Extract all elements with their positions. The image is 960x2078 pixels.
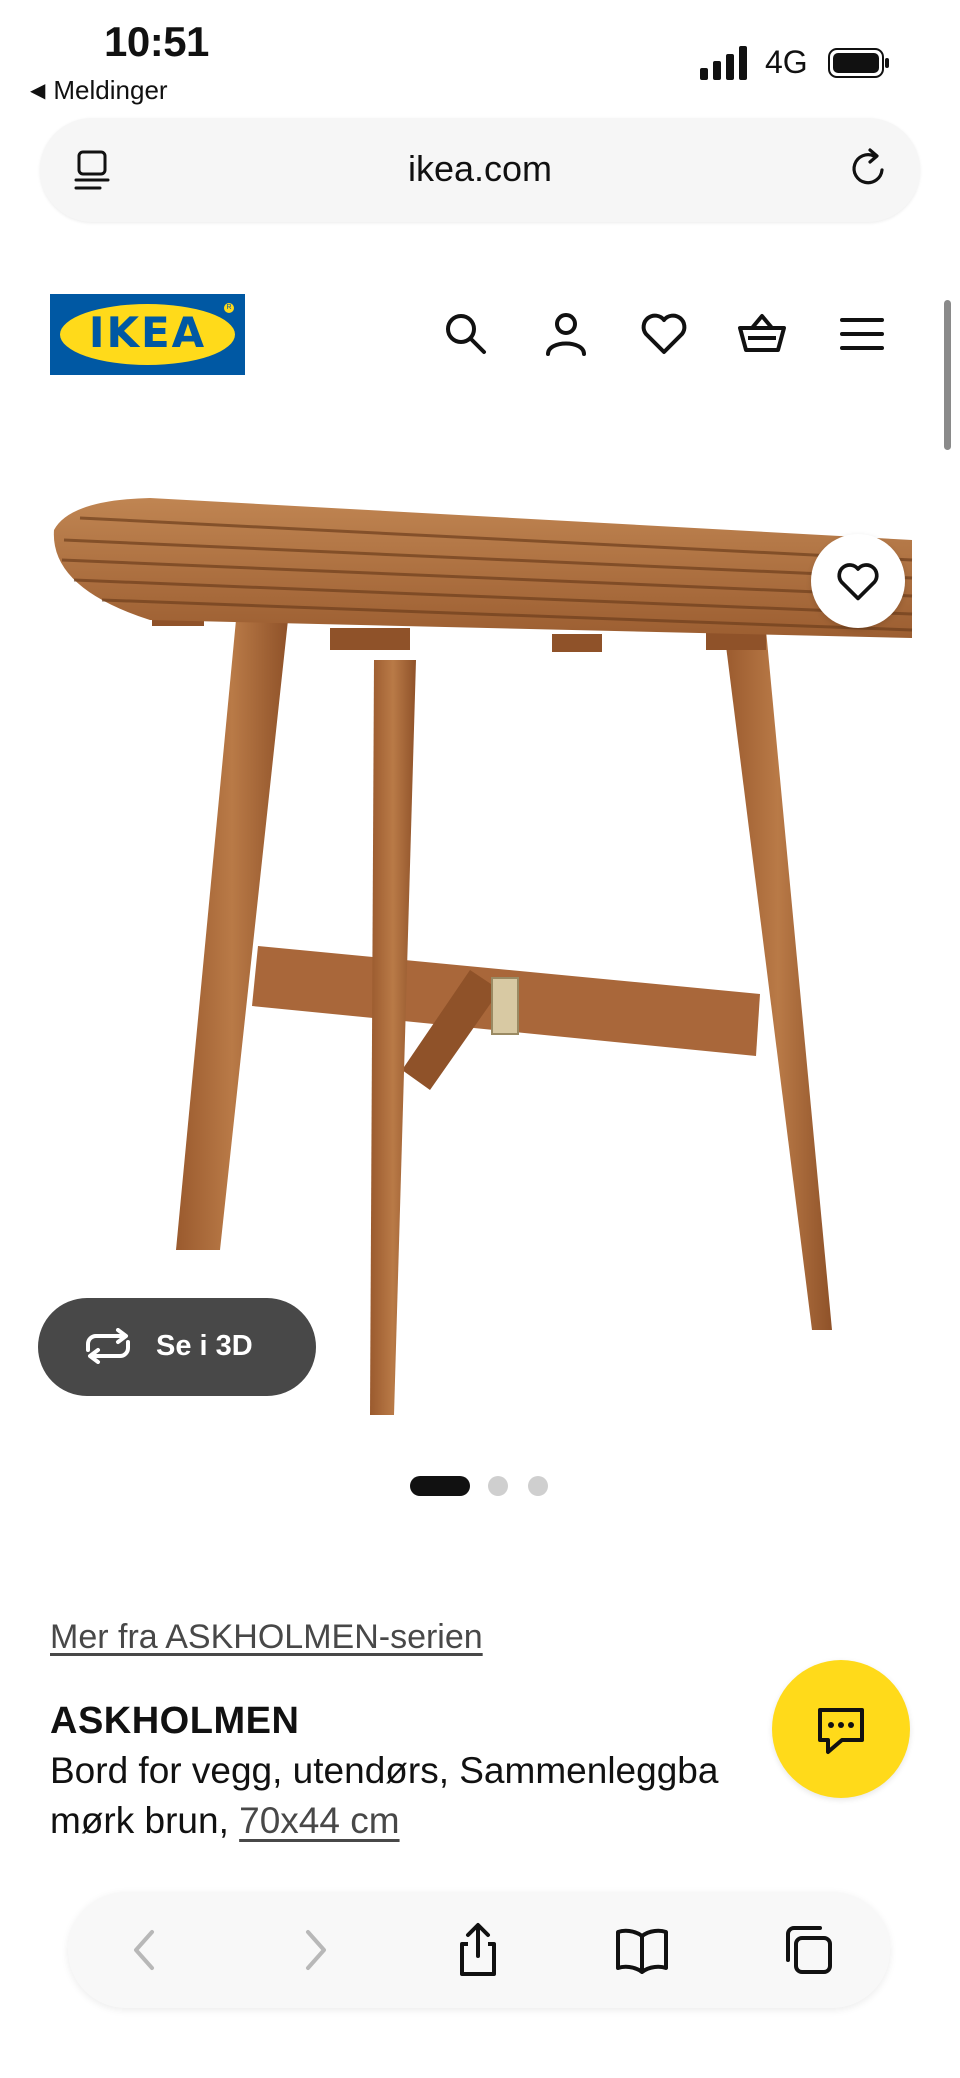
- product-description-line1: Bord for vegg, utendørs, Sammenleggba: [50, 1750, 719, 1791]
- carousel-dot[interactable]: [488, 1476, 508, 1496]
- product-color: mørk brun,: [50, 1800, 240, 1841]
- cellular-signal-icon: [700, 46, 747, 80]
- url-domain[interactable]: ikea.com: [40, 148, 920, 190]
- forward-icon[interactable]: [286, 1922, 342, 1978]
- share-icon[interactable]: [450, 1922, 506, 1978]
- clock: 10:51: [104, 18, 209, 65]
- battery-icon: [828, 48, 889, 78]
- account-icon[interactable]: [540, 308, 592, 360]
- chat-button[interactable]: [772, 1660, 910, 1798]
- product-description: Bord for vegg, utendørs, Sammenleggba mø…: [50, 1746, 810, 1846]
- back-to-app-link[interactable]: ◀ Meldinger: [30, 75, 168, 106]
- back-triangle-icon: ◀: [30, 80, 46, 102]
- see-in-3d-label: Se i 3D: [156, 1330, 253, 1362]
- heart-icon[interactable]: [638, 308, 690, 360]
- network-type: 4G: [765, 44, 808, 80]
- bookmarks-icon[interactable]: [614, 1922, 670, 1978]
- search-icon[interactable]: [440, 308, 492, 360]
- series-link[interactable]: Mer fra ASKHOLMEN-serien: [50, 1618, 483, 1657]
- reload-icon[interactable]: [846, 146, 892, 192]
- logo-wordmark: IKEA: [88, 308, 207, 357]
- back-app-label: Meldinger: [53, 75, 168, 105]
- carousel-dot-active[interactable]: [410, 1476, 470, 1496]
- rotate-3d-icon: [86, 1328, 130, 1364]
- ikea-logo[interactable]: IKEA R: [50, 294, 245, 375]
- chat-icon: [818, 1708, 864, 1754]
- status-bar: 10:51 ◀ Meldinger 4G: [0, 0, 960, 110]
- back-icon[interactable]: [118, 1922, 174, 1978]
- carousel-dot[interactable]: [528, 1476, 548, 1496]
- favorite-button[interactable]: [811, 534, 905, 628]
- browser-toolbar: [68, 1892, 890, 2008]
- address-bar[interactable]: ikea.com: [40, 118, 920, 222]
- product-size-link[interactable]: 70x44 cm: [239, 1800, 399, 1841]
- scrollbar-thumb[interactable]: [944, 300, 951, 450]
- see-in-3d-button[interactable]: Se i 3D: [38, 1298, 316, 1396]
- product-image[interactable]: [40, 470, 920, 1430]
- product-description-line2: mørk brun, 70x44 cm: [50, 1796, 810, 1846]
- registered-mark: R: [223, 302, 235, 314]
- menu-icon[interactable]: [836, 308, 888, 360]
- product-name: ASKHOLMEN: [50, 1700, 300, 1742]
- basket-icon[interactable]: [736, 308, 788, 360]
- tabs-icon[interactable]: [780, 1922, 836, 1978]
- heart-outline-icon: [837, 563, 879, 601]
